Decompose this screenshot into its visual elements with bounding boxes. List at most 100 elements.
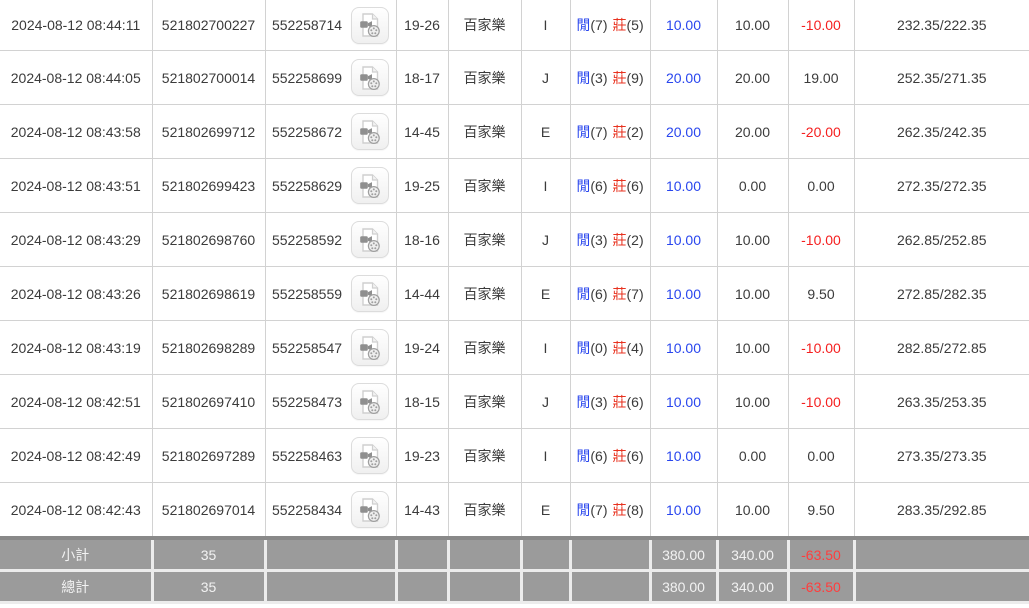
video-replay-button[interactable] bbox=[351, 7, 389, 44]
video-file-icon bbox=[358, 119, 382, 145]
banker-result-label: 莊 bbox=[613, 17, 627, 33]
bet-amount-cell: 10.00 bbox=[650, 213, 717, 267]
video-replay-button[interactable] bbox=[351, 167, 389, 204]
round-cell: 18-16 bbox=[396, 213, 448, 267]
banker-result-label: 莊 bbox=[613, 286, 627, 302]
table-code-cell: J bbox=[521, 375, 570, 429]
result-cell: 閒(3)莊(6) bbox=[570, 375, 650, 429]
game-name-cell: 百家樂 bbox=[448, 375, 521, 429]
balance-cell: 232.35/222.35 bbox=[854, 0, 1029, 51]
game-name-cell: 百家樂 bbox=[448, 105, 521, 159]
game-name-cell: 百家樂 bbox=[448, 483, 521, 539]
bet-time-cell: 2024-08-12 08:43:19 bbox=[0, 321, 152, 375]
round-cell: 14-44 bbox=[396, 267, 448, 321]
bet-row: 2024-08-12 08:42:51 521802697410 5522584… bbox=[0, 375, 1029, 429]
table-code-cell: E bbox=[521, 105, 570, 159]
banker-points: (2) bbox=[627, 124, 644, 140]
game-id-cell: 552258592 bbox=[265, 213, 396, 267]
winloss-cell: 9.50 bbox=[788, 483, 854, 539]
winloss-cell: -10.00 bbox=[788, 375, 854, 429]
table-code-cell: E bbox=[521, 267, 570, 321]
video-file-icon bbox=[358, 443, 382, 469]
valid-bet-cell: 10.00 bbox=[717, 321, 788, 375]
total-empty-cell bbox=[265, 571, 396, 603]
round-cell: 18-17 bbox=[396, 51, 448, 105]
banker-points: (4) bbox=[627, 340, 644, 356]
bet-id-cell: 521802700227 bbox=[152, 0, 265, 51]
valid-bet-cell: 10.00 bbox=[717, 0, 788, 51]
video-file-icon bbox=[358, 65, 382, 91]
winloss-cell: -10.00 bbox=[788, 213, 854, 267]
balance-cell: 272.85/282.35 bbox=[854, 267, 1029, 321]
video-replay-button[interactable] bbox=[351, 491, 389, 528]
total-empty-cell bbox=[521, 571, 570, 603]
bet-time-cell: 2024-08-12 08:43:51 bbox=[0, 159, 152, 213]
table-code-cell: I bbox=[521, 0, 570, 51]
subtotal-empty-cell bbox=[854, 538, 1029, 571]
banker-points: (8) bbox=[627, 502, 644, 518]
video-replay-button[interactable] bbox=[351, 383, 389, 420]
bet-id-cell: 521802697410 bbox=[152, 375, 265, 429]
total-empty-cell bbox=[854, 571, 1029, 603]
banker-result-label: 莊 bbox=[613, 124, 627, 140]
bet-amount-cell: 10.00 bbox=[650, 321, 717, 375]
result-cell: 閒(6)莊(6) bbox=[570, 429, 650, 483]
round-cell: 19-26 bbox=[396, 0, 448, 51]
total-empty-cell bbox=[448, 571, 521, 603]
table-code-cell: J bbox=[521, 213, 570, 267]
player-result-label: 閒 bbox=[576, 286, 590, 302]
subtotal-empty-cell bbox=[396, 538, 448, 571]
valid-bet-cell: 10.00 bbox=[717, 213, 788, 267]
table-code-cell: I bbox=[521, 159, 570, 213]
winloss-cell: -20.00 bbox=[788, 105, 854, 159]
total-winloss-total: -63.50 bbox=[788, 571, 854, 603]
video-file-icon bbox=[358, 173, 382, 199]
valid-bet-cell: 20.00 bbox=[717, 51, 788, 105]
game-name-cell: 百家樂 bbox=[448, 213, 521, 267]
result-cell: 閒(6)莊(7) bbox=[570, 267, 650, 321]
game-id: 552258699 bbox=[272, 70, 342, 86]
video-replay-button[interactable] bbox=[351, 275, 389, 312]
balance-cell: 262.35/242.35 bbox=[854, 105, 1029, 159]
game-id: 552258559 bbox=[272, 286, 342, 302]
bet-amount-cell: 10.00 bbox=[650, 267, 717, 321]
player-result-label: 閒 bbox=[576, 394, 590, 410]
result-cell: 閒(3)莊(9) bbox=[570, 51, 650, 105]
game-id: 552258714 bbox=[272, 17, 342, 33]
video-replay-button[interactable] bbox=[351, 113, 389, 150]
player-points: (7) bbox=[590, 17, 607, 33]
banker-result-label: 莊 bbox=[613, 340, 627, 356]
result-cell: 閒(3)莊(2) bbox=[570, 213, 650, 267]
result-cell: 閒(7)莊(8) bbox=[570, 483, 650, 539]
bet-row: 2024-08-12 08:43:26 521802698619 5522585… bbox=[0, 267, 1029, 321]
video-file-icon bbox=[358, 281, 382, 307]
banker-points: (2) bbox=[627, 232, 644, 248]
player-points: (6) bbox=[590, 178, 607, 194]
table-code-cell: I bbox=[521, 321, 570, 375]
banker-result-label: 莊 bbox=[613, 502, 627, 518]
game-id-cell: 552258547 bbox=[265, 321, 396, 375]
balance-cell: 272.35/272.35 bbox=[854, 159, 1029, 213]
winloss-cell: 9.50 bbox=[788, 267, 854, 321]
bet-amount-cell: 10.00 bbox=[650, 483, 717, 539]
player-points: (7) bbox=[590, 502, 607, 518]
round-cell: 14-45 bbox=[396, 105, 448, 159]
banker-result-label: 莊 bbox=[613, 70, 627, 86]
game-id-cell: 552258434 bbox=[265, 483, 396, 539]
video-replay-button[interactable] bbox=[351, 329, 389, 366]
valid-bet-cell: 10.00 bbox=[717, 375, 788, 429]
player-points: (6) bbox=[590, 286, 607, 302]
result-cell: 閒(0)莊(4) bbox=[570, 321, 650, 375]
video-replay-button[interactable] bbox=[351, 221, 389, 258]
video-replay-button[interactable] bbox=[351, 437, 389, 474]
bet-time-cell: 2024-08-12 08:43:58 bbox=[0, 105, 152, 159]
round-cell: 19-25 bbox=[396, 159, 448, 213]
game-id-cell: 552258473 bbox=[265, 375, 396, 429]
video-replay-button[interactable] bbox=[351, 59, 389, 96]
valid-bet-cell: 10.00 bbox=[717, 483, 788, 539]
bet-amount-cell: 10.00 bbox=[650, 429, 717, 483]
bet-history-rows: 2024-08-12 08:44:11 521802700227 5522587… bbox=[0, 0, 1029, 538]
bet-row: 2024-08-12 08:43:29 521802698760 5522585… bbox=[0, 213, 1029, 267]
bet-id-cell: 521802698760 bbox=[152, 213, 265, 267]
banker-result-label: 莊 bbox=[613, 394, 627, 410]
